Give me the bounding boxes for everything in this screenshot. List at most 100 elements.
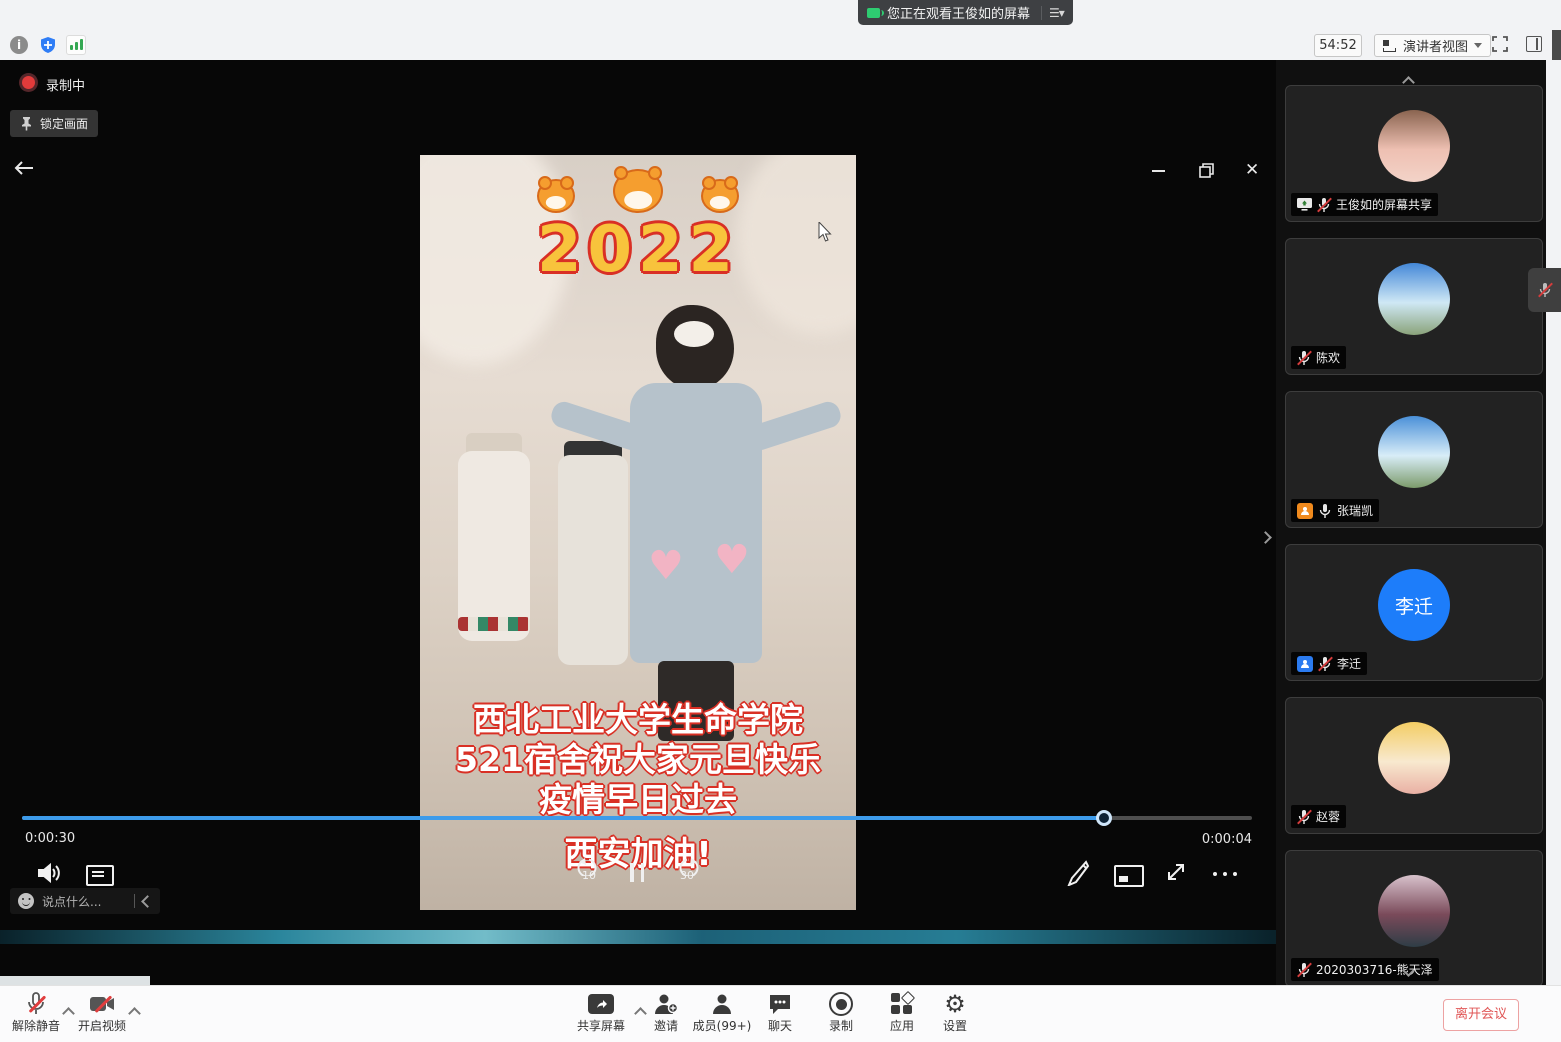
recording-label: 录制中 [46,75,85,94]
restore-button[interactable] [1199,163,1215,179]
start-video-button[interactable]: 开启视频 [72,991,132,1034]
participant-name: 陈欢 [1316,349,1340,366]
mic-muted-icon [1297,809,1311,825]
participant-tile[interactable]: 2020303716-熊天泽 [1285,850,1543,987]
floating-mic-muted-indicator[interactable] [1528,268,1561,312]
watching-banner-text: 您正在观看王俊如的屏幕 [887,3,1030,22]
unmute-button[interactable]: 解除静音 [6,991,66,1034]
close-button[interactable]: ✕ [1245,162,1259,179]
shared-video-content: 2022 ♥ ♥ 西北工业大学生命学院 521宿舍祝大家元旦快乐 疫情早日过去 … [420,155,856,910]
chevron-down-icon [1474,43,1482,48]
lock-view-button[interactable]: 锁定画面 [10,110,98,137]
fullscreen-button[interactable] [1492,36,1508,52]
comment-bar[interactable]: 说点什么... [10,888,160,914]
banner-menu-icon[interactable]: ☰▾ [1049,6,1064,20]
sidebar-edge [1546,60,1561,985]
record-button[interactable]: 录制 [821,991,861,1034]
tiger-decorations [420,169,856,213]
apps-button[interactable]: 应用 [882,991,922,1034]
figure-center-robe [630,383,762,663]
end-time: 0:00:04 [1190,832,1252,847]
avatar [1378,416,1450,488]
figure-center-hair [656,305,734,389]
window-edge [1552,30,1561,60]
pin-icon [20,116,33,131]
video-progress-bar[interactable] [22,816,1252,820]
meeting-app-window: i 54:52 演讲者视图 您正在观看王俊如的屏幕 ☰▾ 录制中 锁定画面 ✕ [0,0,1561,1042]
network-signal-icon[interactable] [66,35,86,55]
divider [134,894,135,908]
danmu-toggle-button[interactable] [86,865,114,886]
leave-meeting-button[interactable]: 离开会议 [1443,999,1519,1031]
mic-muted-icon [1297,962,1311,978]
layout-icon [1383,40,1397,52]
participant-tile[interactable]: 李迁 李迁 [1285,544,1543,681]
avatar [1378,722,1450,794]
current-time: 0:00:30 [25,831,75,846]
participant-label: 2020303716-熊天泽 [1291,958,1439,981]
collapse-comment-icon[interactable] [141,895,154,908]
apps-grid-icon [891,993,913,1015]
forward-seconds: 30 [672,869,702,882]
pause-button[interactable] [630,863,644,882]
chat-button[interactable]: 聊天 [760,991,800,1034]
desktop-content-strip [0,930,1276,944]
figure-back [558,455,628,665]
settings-button[interactable]: ⚙ 设置 [935,991,975,1034]
share-screen-icon [588,994,614,1014]
progress-fill [22,816,1104,820]
recording-dot-icon [22,76,35,89]
mic-muted-icon [1297,350,1311,366]
participant-name: 李迁 [1337,655,1361,672]
figure-left [458,451,530,641]
figure-center-mask [674,321,714,347]
rewind-10-button[interactable]: 10 [574,858,604,888]
forward-30-button[interactable]: 30 [672,858,702,888]
participant-tile[interactable]: 赵蓉 [1285,697,1543,834]
rewind-seconds: 10 [574,869,604,882]
mic-muted-icon [1317,197,1331,213]
meeting-info-icon[interactable]: i [10,36,28,54]
participant-label: 赵蓉 [1291,805,1346,828]
members-button[interactable]: 成员(99+) [682,991,762,1034]
heart-pocket-right: ♥ [714,537,750,583]
side-panel-toggle[interactable] [1526,36,1542,52]
participant-tile[interactable]: 张瑞凯 [1285,391,1543,528]
avatar [1378,263,1450,335]
avatar [1378,110,1450,182]
participant-tile[interactable]: 王俊如的屏幕共享 [1285,85,1543,222]
meeting-timer: 54:52 [1314,34,1362,57]
share-screen-button[interactable]: 共享屏幕 [569,991,633,1034]
participant-name: 张瑞凯 [1337,502,1373,519]
member-badge-icon [1297,656,1313,672]
member-badge-icon [1297,503,1313,519]
fullscreen-expand-button[interactable] [1164,860,1188,888]
participant-label: 张瑞凯 [1291,499,1379,522]
watching-banner: 您正在观看王俊如的屏幕 ☰▾ [858,0,1073,25]
view-mode-switcher[interactable]: 演讲者视图 [1374,34,1491,57]
screen-share-badge-icon [1297,198,1312,211]
annotate-pencil-button[interactable] [1066,860,1090,890]
minimize-button[interactable] [1152,170,1165,172]
participant-name: 王俊如的屏幕共享 [1336,196,1432,213]
volume-button[interactable] [36,861,62,889]
lock-view-label: 锁定画面 [40,115,88,132]
emoji-icon[interactable] [18,893,34,909]
sidebar-collapse-handle[interactable] [1261,527,1270,546]
back-button[interactable] [14,160,34,180]
share-options-chevron[interactable] [636,1003,645,1022]
avatar [1378,875,1450,947]
divider [1041,6,1042,20]
video-caption-line: 疫情早日过去 [420,773,856,821]
comment-placeholder[interactable]: 说点什么... [42,893,126,910]
video-options-chevron[interactable] [130,1003,139,1022]
more-options-button[interactable] [1213,872,1237,876]
mini-player-button[interactable] [1114,865,1144,887]
year-overlay-text: 2022 [420,213,856,287]
participant-label: 王俊如的屏幕共享 [1291,193,1438,216]
participant-tile[interactable]: 陈欢 [1285,238,1543,375]
invite-button[interactable]: 邀请 [646,991,686,1034]
security-shield-icon[interactable] [39,36,57,54]
desktop-content-strip [0,976,150,985]
scroll-down-icon[interactable] [1404,960,1413,979]
